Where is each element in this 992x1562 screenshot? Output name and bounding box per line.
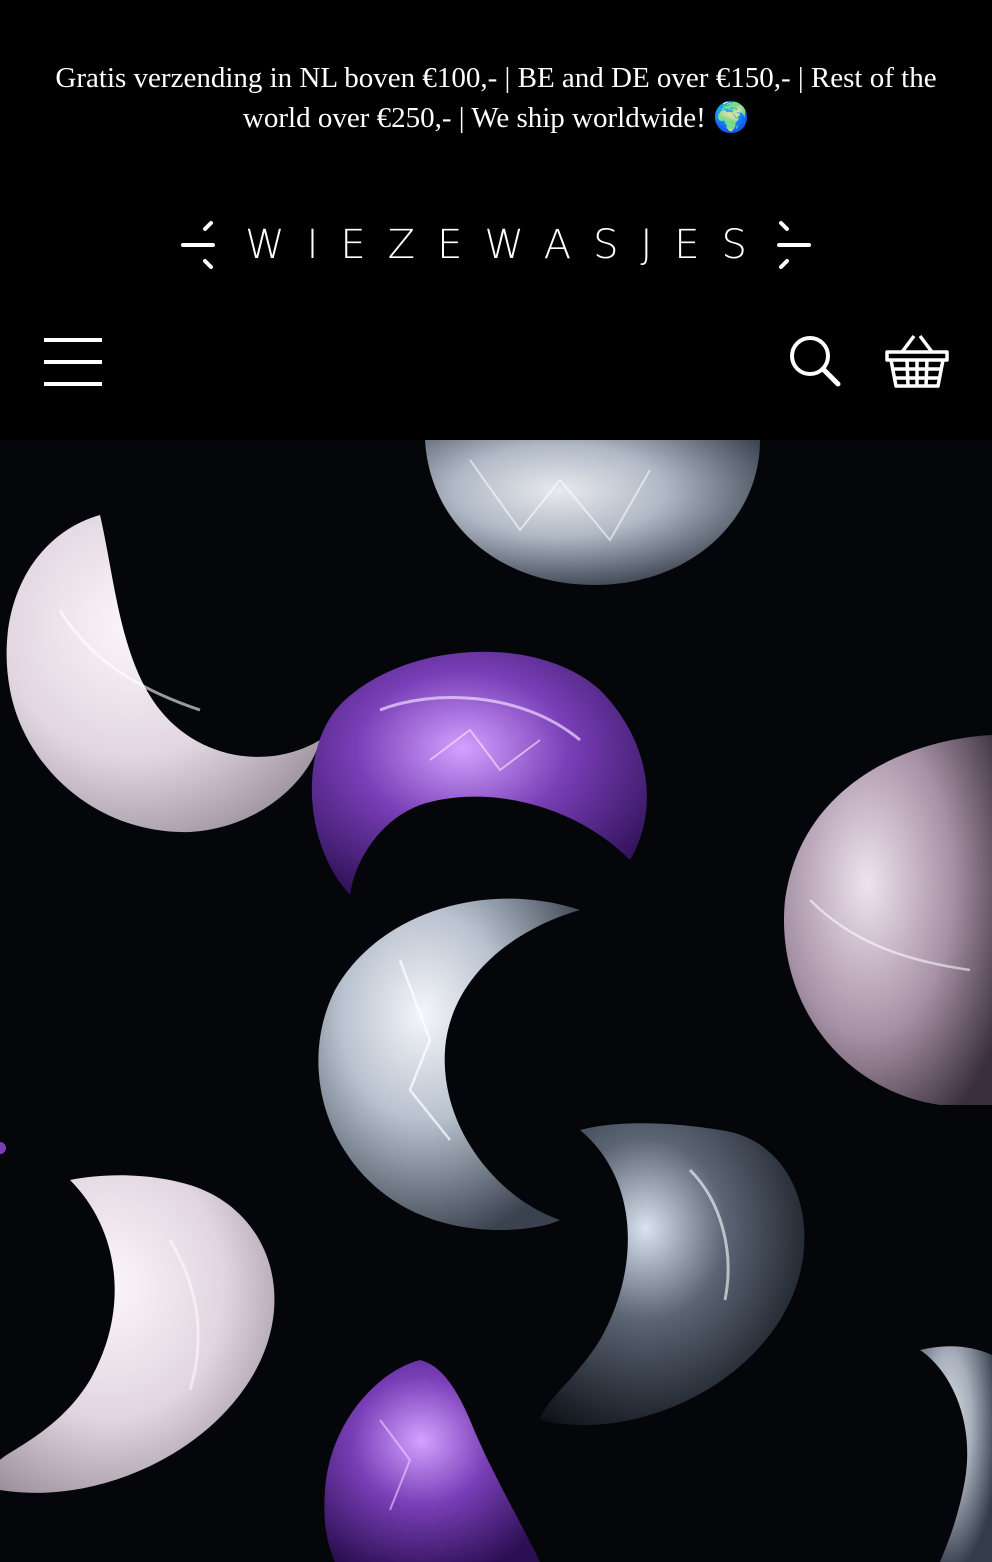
announcement-text: Gratis verzending in NL boven €100,- | B… [55, 62, 937, 134]
menu-button[interactable] [44, 334, 104, 390]
logo-text: WIEZEWASJES [245, 222, 769, 268]
logo-left-rays-icon [181, 221, 216, 269]
site-logo[interactable]: WIEZEWASJES [0, 210, 992, 280]
announcement-bar: Gratis verzending in NL boven €100,- | B… [0, 0, 992, 180]
basket-icon [885, 334, 949, 388]
search-button[interactable] [786, 332, 842, 388]
logo-right-rays-icon [776, 221, 811, 269]
crystal-moons-illustration [0, 440, 992, 1562]
cart-button[interactable] [884, 332, 950, 392]
hero-image [0, 440, 992, 1562]
search-icon [790, 336, 841, 387]
